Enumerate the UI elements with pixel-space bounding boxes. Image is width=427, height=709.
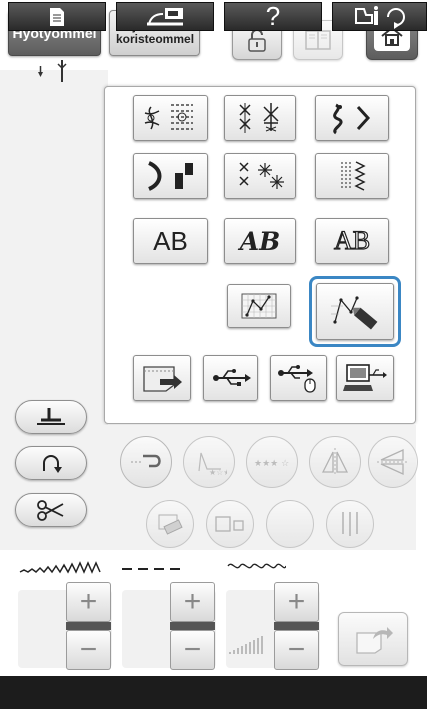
- twin-needle-button[interactable]: [326, 500, 374, 548]
- presser-foot-button[interactable]: [15, 400, 87, 434]
- plus-icon: +: [183, 585, 202, 618]
- size-button[interactable]: [206, 500, 254, 548]
- blank-button[interactable]: [266, 500, 314, 548]
- usb-mouse-button[interactable]: [270, 355, 327, 401]
- stars-icon: ★★★ ☆: [254, 459, 289, 469]
- font-gothic-button[interactable]: AB: [133, 218, 208, 264]
- usb-icon: [212, 369, 251, 386]
- satin-stitch-icon: [333, 103, 371, 135]
- cross-stitch-icon: [239, 103, 279, 133]
- svg-text:★☆★: ★☆★: [209, 468, 227, 477]
- eraser-icon: [158, 514, 183, 535]
- category-decorative-4[interactable]: [133, 153, 208, 199]
- length-plus-button[interactable]: +: [170, 582, 215, 622]
- category-decorative-6[interactable]: [315, 153, 389, 199]
- tab-character-label-2: koristeommel: [116, 32, 195, 46]
- category-decorative-3[interactable]: [315, 95, 389, 141]
- elongation-button[interactable]: [120, 436, 172, 488]
- elongation-icon: [131, 454, 161, 468]
- length-minus-button[interactable]: −: [170, 630, 215, 670]
- minus-icon: −: [79, 633, 98, 666]
- mirror-horizontal-button[interactable]: [368, 436, 418, 488]
- pocket-memory-icon: [143, 366, 182, 392]
- category-decorative-1[interactable]: [133, 95, 208, 141]
- tension-minus-button[interactable]: −: [274, 630, 319, 670]
- computer-usb-icon: [343, 364, 387, 391]
- needle-up-down-icon: [43, 455, 62, 473]
- width-minus-button[interactable]: −: [66, 630, 111, 670]
- delete-button[interactable]: [146, 500, 194, 548]
- needle-icon: [38, 60, 67, 82]
- status-bar: [0, 676, 427, 709]
- spacing-button[interactable]: ★☆★: [183, 436, 235, 488]
- tension-plus-button[interactable]: +: [274, 582, 319, 622]
- stitch-width-icon: [19, 561, 101, 574]
- mirror-vertical-button[interactable]: [309, 436, 361, 488]
- stars-button[interactable]: ★★★ ☆: [246, 436, 298, 488]
- minus-icon: −: [183, 633, 202, 666]
- twin-needle-icon: [342, 512, 358, 536]
- document-icon: [50, 7, 64, 26]
- thread-tension-icon: [227, 563, 286, 569]
- save-to-pocket-icon: [356, 627, 393, 654]
- help-button[interactable]: ?: [224, 1, 322, 31]
- book-icon: [305, 30, 331, 50]
- category-decorative-5[interactable]: [224, 153, 296, 199]
- size-icon: [215, 516, 244, 532]
- manual-button[interactable]: [8, 2, 106, 31]
- font-gothic-label: AB: [153, 225, 188, 256]
- scissors-icon: [37, 500, 64, 521]
- tension-divider: [274, 622, 319, 630]
- my-custom-stitch-button[interactable]: [227, 284, 291, 328]
- zigzag-vertical-icon: [341, 161, 366, 191]
- length-divider: [170, 622, 215, 630]
- machine-settings-icon: [354, 5, 405, 29]
- floral-decorative-stitch-icon: [144, 104, 193, 130]
- font-outline-button[interactable]: AB: [315, 218, 389, 264]
- sewing-guide-button[interactable]: [116, 2, 214, 31]
- settings-button[interactable]: [332, 2, 427, 31]
- satin-border-icon: [147, 161, 193, 191]
- width-divider: [66, 622, 111, 630]
- help-icon: ?: [265, 1, 281, 31]
- usb-button[interactable]: [203, 355, 258, 401]
- width-plus-button[interactable]: +: [66, 582, 111, 622]
- custom-stitch-grid-icon: [241, 293, 277, 319]
- computer-button[interactable]: [336, 355, 394, 401]
- mirror-vertical-icon: [321, 448, 349, 476]
- plus-icon: +: [79, 585, 98, 618]
- thread-cutter-button[interactable]: [15, 493, 87, 527]
- font-outline-label: AB: [333, 225, 371, 255]
- minus-icon: −: [287, 633, 306, 666]
- needle-position-button[interactable]: [15, 446, 87, 480]
- usb-mouse-icon: [277, 365, 316, 393]
- sewing-machine-icon: [147, 7, 183, 25]
- machine-memory-button[interactable]: [133, 355, 191, 401]
- custom-stitch-pencil-icon: [331, 295, 378, 330]
- category-decorative-2[interactable]: [224, 95, 296, 141]
- needle-indicator: [30, 58, 80, 88]
- mirror-horizontal-icon: [377, 448, 409, 476]
- svg-text:★★★ ☆: ★★★ ☆: [254, 459, 289, 469]
- spacing-icon: ★☆★: [198, 452, 227, 477]
- plus-icon: +: [287, 585, 306, 618]
- tension-level-icon: [229, 636, 263, 654]
- font-script-label: AB: [239, 226, 281, 256]
- cross-star-icon: [239, 162, 284, 189]
- presser-foot-icon: [37, 408, 65, 425]
- memory-save-button[interactable]: [338, 612, 408, 666]
- my-custom-stitch-edit-button[interactable]: [316, 283, 394, 340]
- stitch-length-icon: [122, 568, 180, 570]
- font-script-button[interactable]: AB: [224, 218, 296, 264]
